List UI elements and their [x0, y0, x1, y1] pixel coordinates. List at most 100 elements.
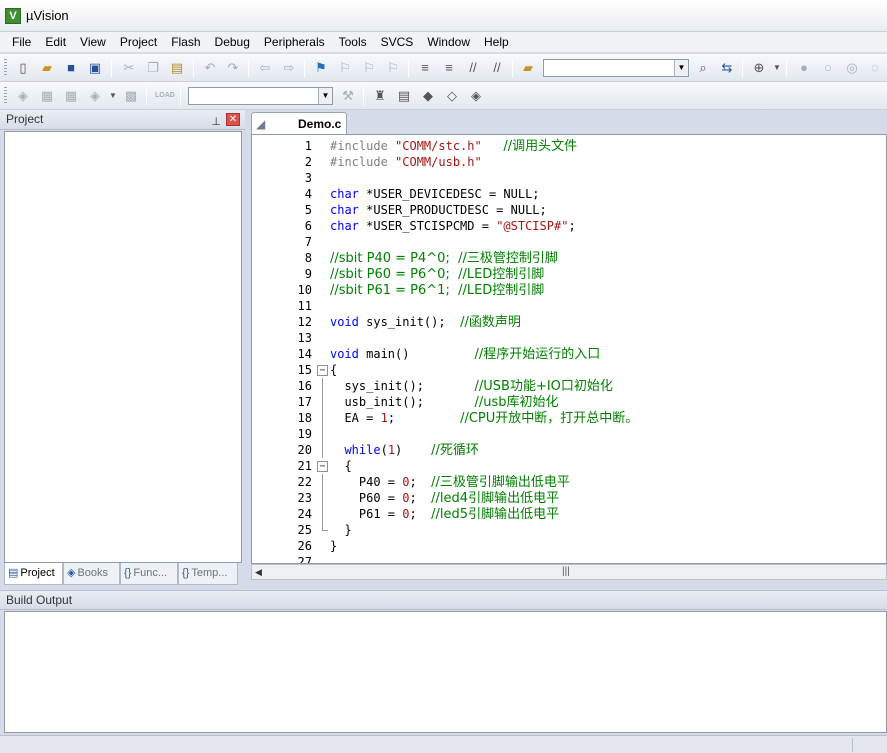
uncomment-icon[interactable]: //	[488, 59, 506, 77]
code-line[interactable]: 5 char *USER_PRODUCTDESC = NULL;	[252, 202, 886, 218]
run-time-environment-icon[interactable]: ◆	[419, 87, 437, 105]
code-line[interactable]: 1 #include "COMM/stc.h" //调用头文件	[252, 138, 886, 154]
stop-build-icon[interactable]: ▩	[122, 87, 140, 105]
code-line[interactable]: 15−{	[252, 362, 886, 378]
bookmark-icon[interactable]: ⚑	[312, 59, 330, 77]
menu-flash[interactable]: Flash	[164, 33, 207, 52]
new-file-icon[interactable]: ▯	[14, 59, 32, 77]
tab-project[interactable]: ▤ Project	[4, 563, 63, 585]
code-line[interactable]: 22 P40 = 0; //三极管引脚输出低电平	[252, 474, 886, 490]
code-line[interactable]: 12 void sys_init(); //函数声明	[252, 314, 886, 330]
menu-file[interactable]: File	[5, 33, 38, 52]
unindent-icon[interactable]: ≡	[440, 59, 458, 77]
project-tree[interactable]	[4, 131, 242, 563]
toolbar-grip[interactable]	[4, 87, 7, 105]
kill-breakpoints-icon[interactable]: ◌	[866, 59, 884, 77]
menu-svcs[interactable]: SVCS	[374, 33, 421, 52]
tab-func[interactable]: {} Func...	[120, 563, 178, 585]
close-icon[interactable]: ✕	[226, 113, 240, 126]
code-line[interactable]: 20 while(1) //死循环	[252, 442, 886, 458]
select-software-packs-icon[interactable]: ◈	[467, 87, 485, 105]
code-line[interactable]: 10 //sbit P61 = P6^1; //LED控制引脚	[252, 282, 886, 298]
menu-peripherals[interactable]: Peripherals	[257, 33, 332, 52]
code-line[interactable]: 14 void main() //程序开始运行的入口	[252, 346, 886, 362]
code-line[interactable]: 19	[252, 426, 886, 442]
code-editor[interactable]: 1 #include "COMM/stc.h" //调用头文件 2 #include …	[251, 134, 887, 564]
file-extensions-icon[interactable]: ▤	[395, 87, 413, 105]
menu-help[interactable]: Help	[477, 33, 516, 52]
toolbar-grip[interactable]	[4, 59, 7, 77]
translate-icon[interactable]: ◈	[14, 87, 32, 105]
cut-icon[interactable]: ✂	[120, 59, 138, 77]
code-line[interactable]: 9 //sbit P60 = P6^0; //LED控制引脚	[252, 266, 886, 282]
pin-icon[interactable]: ⊥	[211, 113, 221, 132]
code-line[interactable]: 11	[252, 298, 886, 314]
save-icon[interactable]: ■	[62, 59, 80, 77]
code-line[interactable]: 3	[252, 170, 886, 186]
comment-icon[interactable]: //	[464, 59, 482, 77]
target-options-icon[interactable]: ⚒	[339, 87, 357, 105]
undo-icon[interactable]: ↶	[201, 59, 219, 77]
manage-components-icon[interactable]: ♜	[371, 87, 389, 105]
menu-project[interactable]: Project	[113, 33, 164, 52]
chevron-down-icon[interactable]: ▼	[768, 59, 786, 77]
debug-start-icon[interactable]: ●	[795, 59, 813, 77]
tab-temp[interactable]: {} Temp...	[178, 563, 238, 585]
find-combo[interactable]: ▼	[543, 59, 689, 77]
code-line[interactable]: 8 //sbit P40 = P4^0; //三极管控制引脚	[252, 250, 886, 266]
code-line[interactable]: 27	[252, 554, 886, 563]
code-line[interactable]: 25 }	[252, 522, 886, 538]
open-folder-icon[interactable]: ▰	[38, 59, 56, 77]
batch-build-icon[interactable]: ◈	[86, 87, 104, 105]
code-line[interactable]: 17 usb_init(); //usb库初始化	[252, 394, 886, 410]
chevron-down-icon[interactable]: ▼	[674, 60, 688, 76]
menu-debug[interactable]: Debug	[208, 33, 257, 52]
paste-icon[interactable]: ▤	[168, 59, 186, 77]
indent-icon[interactable]: ≡	[416, 59, 434, 77]
chevron-down-icon[interactable]: ▼	[104, 87, 122, 105]
code-line[interactable]: 23 P60 = 0; //led4引脚输出低电平	[252, 490, 886, 506]
code-line[interactable]: 2 #include "COMM/usb.h"	[252, 154, 886, 170]
navigate-back-icon[interactable]: ⇦	[256, 59, 274, 77]
copy-icon[interactable]: ❐	[144, 59, 162, 77]
scroll-left-icon[interactable]: ◀	[255, 567, 262, 578]
navigate-forward-icon[interactable]: ⇨	[280, 59, 298, 77]
rebuild-icon[interactable]: ▦	[62, 87, 80, 105]
menu-window[interactable]: Window	[420, 33, 477, 52]
replace-icon[interactable]: ⇆	[718, 59, 736, 77]
build-icon[interactable]: ▦	[38, 87, 56, 105]
fold-collapse-icon[interactable]: −	[317, 461, 328, 472]
code-line[interactable]: 4 char *USER_DEVICEDESC = NULL;	[252, 186, 886, 202]
code-line[interactable]: 13	[252, 330, 886, 346]
menu-view[interactable]: View	[73, 33, 113, 52]
horizontal-scrollbar[interactable]: ◀ |||	[251, 564, 887, 580]
find-in-files-icon[interactable]: ▰	[519, 59, 537, 77]
zoom-icon[interactable]: ⊕	[750, 59, 768, 77]
code-line[interactable]: 26}	[252, 538, 886, 554]
code-line[interactable]: 7	[252, 234, 886, 250]
menu-tools[interactable]: Tools	[332, 33, 374, 52]
redo-icon[interactable]: ↷	[224, 59, 242, 77]
clear-bookmarks-icon[interactable]: ⚐	[384, 59, 402, 77]
disable-breakpoint-icon[interactable]: ◎	[843, 59, 861, 77]
breakpoint-icon[interactable]: ○	[819, 59, 837, 77]
tab-demo-c[interactable]: ◢ Demo.c	[251, 112, 347, 134]
tab-books[interactable]: ◈ Books	[63, 563, 120, 585]
load-icon[interactable]: LOAD	[155, 87, 175, 105]
code-line[interactable]: 24 P61 = 0; //led5引脚输出低电平	[252, 506, 886, 522]
code-line[interactable]: 18 EA = 1; //CPU开放中断，打开总中断。	[252, 410, 886, 426]
code-line[interactable]: 6 char *USER_STCISPCMD = "@STCISP#";	[252, 218, 886, 234]
scroll-thumb[interactable]: |||	[562, 566, 570, 577]
chevron-down-icon[interactable]: ▼	[318, 88, 332, 104]
next-bookmark-icon[interactable]: ⚐	[360, 59, 378, 77]
pack-installer-icon[interactable]: ◇	[443, 87, 461, 105]
target-select[interactable]: ▼	[188, 87, 333, 105]
prev-bookmark-icon[interactable]: ⚐	[336, 59, 354, 77]
save-all-icon[interactable]: ▣	[86, 59, 104, 77]
find-icon[interactable]: ⌕	[694, 59, 712, 77]
fold-collapse-icon[interactable]: −	[317, 365, 328, 376]
code-line[interactable]: 16 sys_init(); //USB功能+IO口初始化	[252, 378, 886, 394]
menu-edit[interactable]: Edit	[38, 33, 73, 52]
build-output-console[interactable]	[4, 611, 887, 733]
code-line[interactable]: 21− {	[252, 458, 886, 474]
